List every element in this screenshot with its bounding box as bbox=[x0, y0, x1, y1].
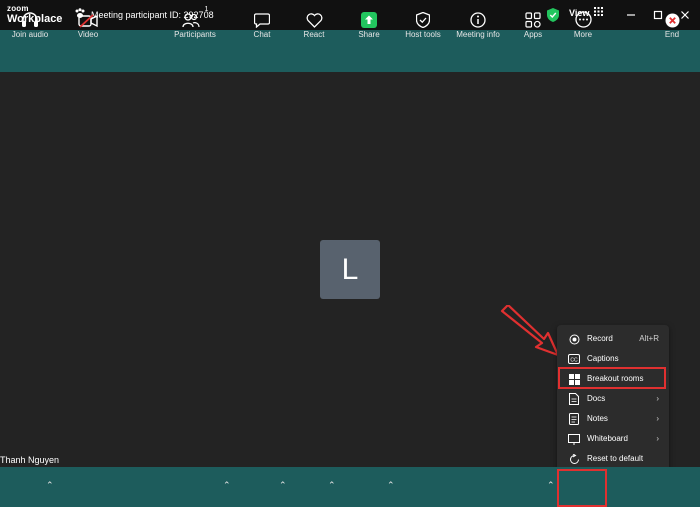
minimize-icon[interactable] bbox=[622, 6, 640, 24]
video-off-icon bbox=[78, 6, 98, 28]
join-audio-label: Join audio bbox=[11, 30, 49, 39]
participants-options-chevron-up-icon[interactable]: ⌃ bbox=[223, 480, 231, 491]
captions-icon: CC bbox=[568, 353, 580, 365]
chat-icon bbox=[254, 6, 270, 28]
svg-text:CC: CC bbox=[570, 357, 578, 363]
react-button[interactable]: React bbox=[298, 0, 330, 40]
apps-icon bbox=[525, 6, 541, 28]
chevron-right-icon: › bbox=[656, 394, 659, 403]
apps-label: Apps bbox=[523, 30, 543, 39]
heart-icon bbox=[306, 6, 323, 28]
share-icon bbox=[361, 6, 377, 28]
chevron-right-icon: › bbox=[656, 434, 659, 443]
host-tools-shield-icon bbox=[416, 6, 430, 28]
more-menu: Record Alt+R CC Captions Breakout rooms … bbox=[557, 325, 669, 471]
captions-label: Captions bbox=[587, 354, 619, 363]
record-label: Record bbox=[587, 334, 613, 343]
end-icon bbox=[665, 6, 680, 28]
docs-icon bbox=[568, 393, 580, 405]
more-button[interactable]: More bbox=[563, 0, 603, 40]
host-tools-label: Host tools bbox=[405, 30, 441, 39]
host-tools-button[interactable]: Host tools bbox=[404, 0, 442, 40]
more-label: More bbox=[573, 30, 593, 39]
end-label: End bbox=[664, 30, 680, 39]
menu-item-captions[interactable]: CC Captions bbox=[557, 350, 669, 368]
menu-item-record[interactable]: Record Alt+R bbox=[557, 330, 669, 348]
info-icon bbox=[470, 6, 486, 28]
join-audio-button[interactable]: Join audio bbox=[8, 0, 52, 40]
record-icon bbox=[568, 333, 580, 345]
participant-avatar: L bbox=[320, 240, 380, 299]
reset-icon bbox=[568, 453, 580, 465]
docs-label: Docs bbox=[587, 394, 606, 403]
participant-name-label: Thanh Nguyen bbox=[0, 455, 60, 465]
participants-icon: 1 bbox=[181, 6, 209, 28]
whiteboard-label: Whiteboard bbox=[587, 434, 628, 443]
participants-button[interactable]: 1 Participants bbox=[172, 0, 218, 40]
react-label: React bbox=[303, 30, 325, 39]
record-shortcut: Alt+R bbox=[639, 334, 659, 343]
notes-icon bbox=[568, 413, 580, 425]
chat-button[interactable]: Chat bbox=[246, 0, 278, 40]
participants-count: 1 bbox=[204, 6, 209, 13]
apps-options-chevron-up-icon[interactable]: ⌃ bbox=[547, 480, 555, 491]
participants-label: Participants bbox=[174, 30, 216, 39]
reset-label: Reset to default bbox=[587, 454, 644, 463]
more-ellipsis-icon bbox=[574, 6, 592, 28]
menu-item-reset-to-default[interactable]: Reset to default bbox=[557, 450, 669, 468]
meeting-info-button[interactable]: Meeting info bbox=[455, 0, 501, 40]
share-options-chevron-up-icon[interactable]: ⌃ bbox=[387, 480, 395, 491]
notes-label: Notes bbox=[587, 414, 608, 423]
menu-item-notes[interactable]: Notes › bbox=[557, 410, 669, 428]
share-label: Share bbox=[358, 30, 380, 39]
security-shield-icon[interactable] bbox=[547, 8, 559, 27]
react-options-chevron-up-icon[interactable]: ⌃ bbox=[328, 480, 336, 491]
audio-options-chevron-up-icon[interactable]: ⌃ bbox=[46, 480, 54, 491]
chevron-right-icon: › bbox=[656, 414, 659, 423]
chat-label: Chat bbox=[253, 30, 271, 39]
headphones-icon bbox=[21, 6, 39, 28]
whiteboard-icon bbox=[568, 433, 580, 445]
apps-button[interactable]: Apps bbox=[519, 0, 547, 40]
menu-item-docs[interactable]: Docs › bbox=[557, 390, 669, 408]
end-button[interactable]: End bbox=[658, 0, 686, 40]
hint-arrow-icon bbox=[500, 303, 562, 362]
more-button-highlight bbox=[557, 469, 607, 507]
chat-options-chevron-up-icon[interactable]: ⌃ bbox=[279, 480, 287, 491]
meeting-info-label: Meeting info bbox=[456, 30, 500, 39]
video-label: Video bbox=[77, 30, 99, 39]
breakout-rooms-highlight bbox=[558, 367, 666, 389]
share-button[interactable]: Share bbox=[353, 0, 385, 40]
menu-item-whiteboard[interactable]: Whiteboard › bbox=[557, 430, 669, 448]
video-button[interactable]: Video bbox=[68, 0, 108, 40]
